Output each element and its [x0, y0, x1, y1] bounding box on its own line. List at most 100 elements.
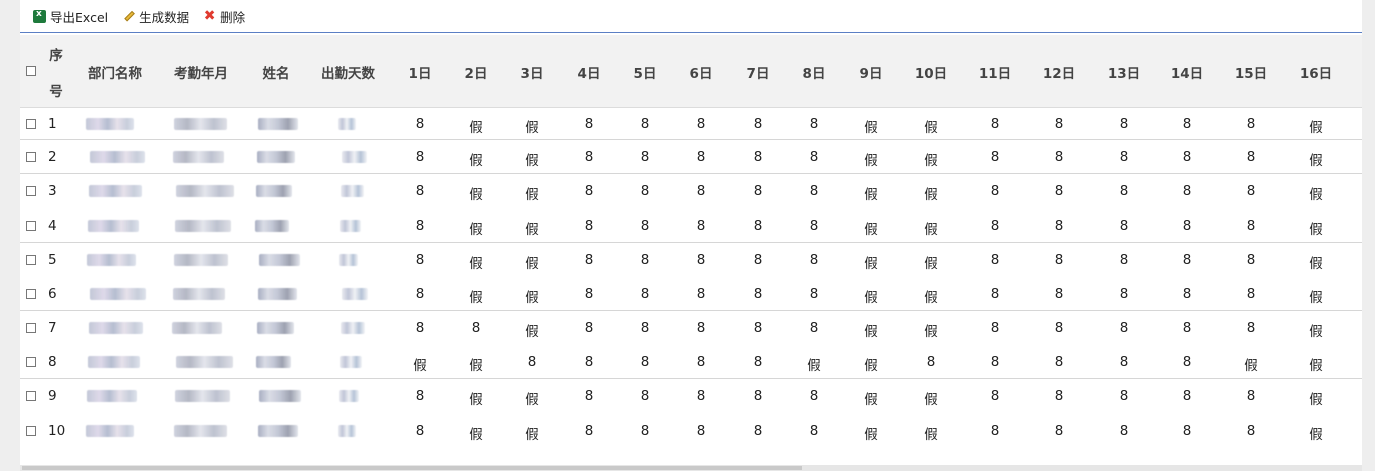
row-checkbox[interactable]	[26, 323, 36, 333]
header-day-12[interactable]: 12日	[1037, 62, 1081, 82]
day-cell: 假	[1309, 358, 1323, 374]
day-cell: 8	[696, 252, 706, 268]
day-cell: 假	[864, 324, 878, 340]
day-cell: 8	[1119, 354, 1129, 370]
day-cell: 8	[640, 354, 650, 370]
day-cell: 8	[415, 320, 425, 336]
horizontal-scrollbar[interactable]	[20, 465, 1362, 471]
day-cell: 假	[525, 392, 539, 408]
table-row[interactable]: 2 8 假 假 8 8 8 8 8 假 假 8 8 8 8 8 假	[20, 140, 1362, 174]
row-checkbox[interactable]	[26, 289, 36, 299]
header-day-16[interactable]: 16日	[1294, 62, 1338, 82]
redacted-cell	[338, 254, 358, 266]
row-checkbox[interactable]	[26, 255, 36, 265]
header-day-8[interactable]: 8日	[792, 62, 836, 82]
header-days-present[interactable]: 出勤天数	[315, 62, 381, 82]
day-cell: 8	[640, 183, 650, 199]
day-cell: 假	[864, 290, 878, 306]
table-row[interactable]: 10 8 假 假 8 8 8 8 8 假 假 8 8 8 8 8 假	[20, 414, 1362, 448]
day-cell: 8	[990, 320, 1000, 336]
day-cell: 8	[1246, 320, 1256, 336]
select-all-checkbox[interactable]	[26, 66, 36, 76]
day-cell: 假	[1309, 120, 1323, 136]
day-cell: 假	[525, 290, 539, 306]
day-cell: 假	[924, 324, 938, 340]
table-row[interactable]: 7 8 8 假 8 8 8 8 8 假 假 8 8 8 8 8 假	[20, 311, 1362, 345]
redacted-cell	[256, 322, 294, 334]
header-dept[interactable]: 部门名称	[82, 62, 148, 82]
redacted-cell	[174, 390, 230, 402]
redacted-cell	[258, 425, 298, 437]
day-cell: 假	[864, 392, 878, 408]
day-cell: 8	[640, 286, 650, 302]
day-cell: 8	[640, 423, 650, 439]
header-day-7[interactable]: 7日	[736, 62, 780, 82]
header-day-1[interactable]: 1日	[398, 62, 442, 82]
day-cell: 假	[864, 427, 878, 443]
header-day-14[interactable]: 14日	[1165, 62, 1209, 82]
table-row[interactable]: 3 8 假 假 8 8 8 8 8 假 假 8 8 8 8 8 假	[20, 174, 1362, 208]
row-checkbox[interactable]	[26, 186, 36, 196]
day-cell: 8	[1246, 183, 1256, 199]
day-cell: 8	[696, 183, 706, 199]
header-day-11[interactable]: 11日	[973, 62, 1017, 82]
day-cell: 8	[753, 149, 763, 165]
day-cell: 8	[1119, 423, 1129, 439]
redacted-cell	[258, 254, 300, 266]
day-cell: 8	[1119, 320, 1129, 336]
delete-button[interactable]: ✖ 删除	[203, 7, 245, 26]
header-day-13[interactable]: 13日	[1102, 62, 1146, 82]
row-checkbox[interactable]	[26, 119, 36, 129]
table-header: 序 号 部门名称 考勤年月 姓名 出勤天数 1日 2日 3日 4日 5日 6日 7日 8日 9日…	[20, 35, 1362, 108]
redacted-cell	[258, 118, 298, 130]
table-row[interactable]: 8 假 假 8 8 8 8 8 假 假 8 8 8 8 8 假 假	[20, 345, 1362, 379]
header-day-9[interactable]: 9日	[849, 62, 893, 82]
table-row[interactable]: 9 8 假 假 8 8 8 8 8 假 假 8 8 8 8 8 假	[20, 379, 1362, 413]
redacted-cell	[257, 288, 297, 300]
day-cell: 假	[1309, 153, 1323, 169]
row-number: 7	[48, 320, 57, 336]
day-cell: 8	[696, 218, 706, 234]
day-cell: 8	[1054, 183, 1064, 199]
attendance-panel: 导出Excel 生成数据 ✖ 删除 序 号 部门名称 考勤年月 姓名 出勤天数 …	[20, 0, 1362, 471]
header-month[interactable]: 考勤年月	[168, 62, 234, 82]
row-checkbox[interactable]	[26, 152, 36, 162]
header-name[interactable]: 姓名	[253, 62, 299, 82]
day-cell: 8	[753, 286, 763, 302]
table-row[interactable]: 6 8 假 假 8 8 8 8 8 假 假 8 8 8 8 8 假	[20, 277, 1362, 311]
day-cell: 假	[864, 256, 878, 272]
row-checkbox[interactable]	[26, 426, 36, 436]
export-excel-button[interactable]: 导出Excel	[33, 7, 108, 26]
day-cell: 假	[924, 256, 938, 272]
redacted-cell	[257, 151, 295, 163]
redacted-cell	[340, 356, 362, 368]
header-day-4[interactable]: 4日	[567, 62, 611, 82]
day-cell: 假	[924, 187, 938, 203]
day-cell: 假	[413, 358, 427, 374]
table-row[interactable]: 1 8 假 假 8 8 8 8 8 假 假 8 8 8 8 8 假	[20, 107, 1362, 141]
day-cell: 8	[753, 252, 763, 268]
table-row[interactable]: 4 8 假 假 8 8 8 8 8 假 假 8 8 8 8 8 假	[20, 209, 1362, 243]
toolbar: 导出Excel 生成数据 ✖ 删除	[20, 0, 1362, 33]
header-day-5[interactable]: 5日	[623, 62, 667, 82]
day-cell: 8	[696, 286, 706, 302]
row-checkbox[interactable]	[26, 391, 36, 401]
day-cell: 假	[864, 120, 878, 136]
header-day-2[interactable]: 2日	[454, 62, 498, 82]
day-cell: 假	[525, 427, 539, 443]
header-day-10[interactable]: 10日	[909, 62, 953, 82]
day-cell: 8	[926, 354, 936, 370]
header-day-3[interactable]: 3日	[510, 62, 554, 82]
row-checkbox[interactable]	[26, 357, 36, 367]
row-checkbox[interactable]	[26, 221, 36, 231]
table-row[interactable]: 5 8 假 假 8 8 8 8 8 假 假 8 8 8 8 8 假	[20, 243, 1362, 277]
day-cell: 8	[640, 149, 650, 165]
scrollbar-thumb[interactable]	[22, 466, 802, 470]
redacted-cell	[173, 288, 225, 300]
day-cell: 8	[1182, 320, 1192, 336]
day-cell: 8	[1182, 183, 1192, 199]
row-number: 4	[48, 218, 57, 234]
header-day-6[interactable]: 6日	[679, 62, 723, 82]
header-day-15[interactable]: 15日	[1229, 62, 1273, 82]
generate-data-button[interactable]: 生成数据	[122, 7, 189, 26]
